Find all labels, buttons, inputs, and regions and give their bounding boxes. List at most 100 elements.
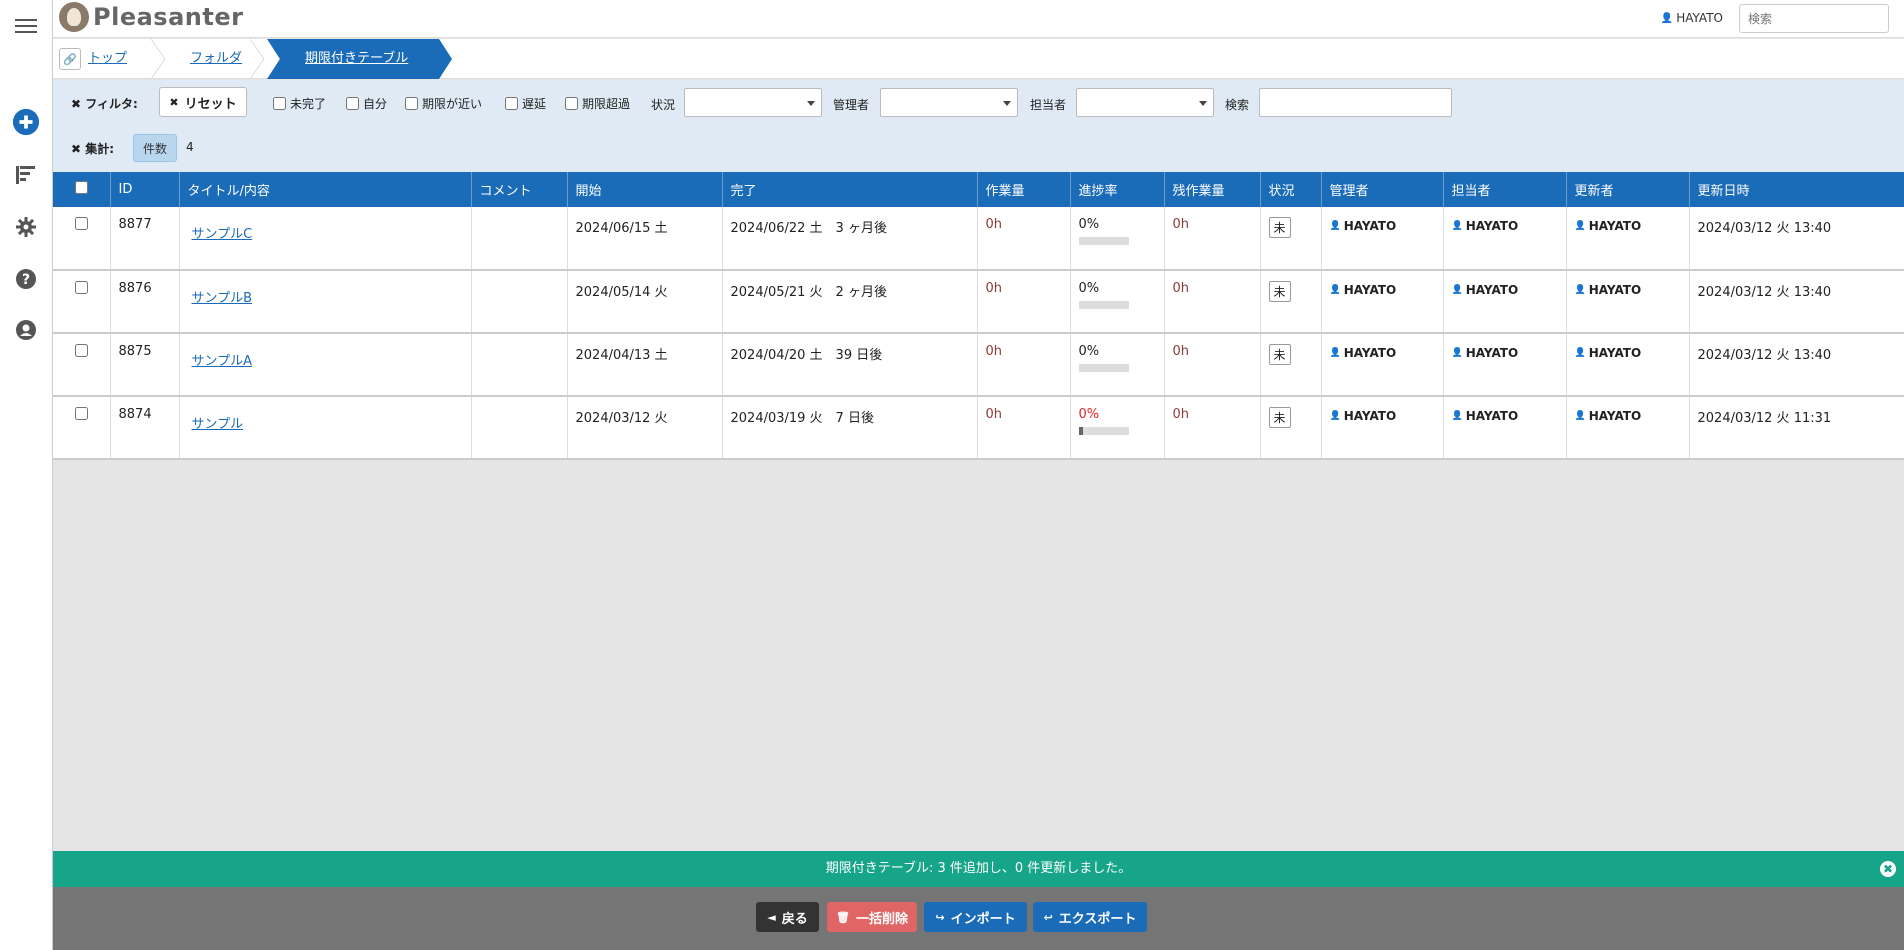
comment-cell (471, 207, 568, 271)
breadcrumb-current-table[interactable]: 期限付きテーブル (267, 39, 452, 79)
status-badge: 未 (1268, 407, 1291, 428)
close-icon: ✖ (71, 142, 82, 156)
select-all-checkbox[interactable] (74, 181, 88, 194)
owner-cell: 👤 HAYATO (1443, 333, 1567, 397)
column-header[interactable]: コメント (471, 172, 568, 207)
remain-cell: 0h (1164, 207, 1261, 271)
filter-incomplete-checkbox[interactable] (273, 97, 286, 110)
progress-value: 0% (1078, 407, 1100, 422)
user-icon: 👤 (1451, 285, 1463, 295)
breadcrumb-top[interactable]: トップ (88, 39, 127, 79)
column-header[interactable]: 残作業量 (1164, 172, 1261, 207)
owner-filter-select[interactable] (1076, 88, 1214, 117)
filter-search-input[interactable] (1259, 88, 1452, 117)
row-select-cell (53, 270, 111, 334)
filter-near-due-checkbox[interactable] (405, 97, 418, 110)
remain-value: 0h (1172, 407, 1190, 422)
header-search-input[interactable] (1739, 4, 1889, 33)
id-cell: 8874 (110, 396, 180, 460)
bulk-delete-button[interactable]: 🗑 一括削除 (827, 902, 917, 932)
title-link[interactable]: サンプルC (192, 223, 253, 242)
work-value: 0h (985, 281, 1003, 296)
progress-bar (1078, 427, 1129, 435)
column-header[interactable]: 開始 (567, 172, 723, 207)
table-row[interactable]: 8876 サンプルB 2024/05/14 火 2024/05/21 火 2 ヶ月後 0… (53, 270, 1904, 334)
end-cell: 2024/04/20 土 39 日後 (722, 333, 978, 397)
app-logo[interactable]: Pleasanter (59, 2, 243, 32)
footer-command-bar: ◄ 戻る 🗑 一括削除 ↪ インポート ↩ エクスポート (53, 887, 1904, 950)
work-cell: 0h (977, 270, 1071, 334)
progress-bar (1078, 301, 1129, 309)
title-link[interactable]: サンプルA (192, 350, 253, 369)
filter-mine-checkbox[interactable] (346, 97, 359, 110)
filter-overdue[interactable]: 期限超過 (565, 95, 630, 112)
add-icon[interactable] (12, 108, 40, 136)
start-cell: 2024/04/13 土 (567, 333, 723, 397)
comment-cell (471, 396, 568, 460)
breadcrumb-folder[interactable]: フォルダ (190, 39, 242, 79)
table-row[interactable]: 8874 サンプル 2024/03/12 火 2024/03/19 火 7 日後 0h 0… (53, 396, 1904, 460)
remain-value: 0h (1172, 217, 1190, 232)
hamburger-menu-icon[interactable] (12, 12, 40, 40)
success-message: 期限付きテーブル: 3 件追加し、0 件更新しました。 ✖ (53, 851, 1904, 887)
column-header[interactable]: 管理者 (1321, 172, 1444, 207)
user-icon: 👤 (1329, 221, 1341, 231)
manager-filter-label: 管理者 (833, 98, 870, 112)
remain-value: 0h (1172, 281, 1190, 296)
user-account-icon[interactable] (12, 316, 40, 344)
select-all-header (53, 172, 111, 207)
filter-overdue-checkbox[interactable] (565, 97, 578, 110)
status-filter-select[interactable] (684, 88, 822, 117)
column-header[interactable]: 進捗率 (1070, 172, 1165, 207)
status-badge: 未 (1268, 281, 1291, 302)
title-link[interactable]: サンプル (192, 413, 244, 432)
export-icon: ↩ (1043, 910, 1053, 924)
breadcrumb-separator-icon (151, 39, 165, 79)
id-cell: 8877 (110, 207, 180, 271)
breadcrumb: 🔗 トップ フォルダ 期限付きテーブル (53, 39, 1904, 79)
column-header[interactable]: 更新者 (1566, 172, 1690, 207)
app-name: Pleasanter (93, 3, 244, 31)
gear-icon[interactable] (12, 213, 40, 241)
table-row[interactable]: 8877 サンプルC 2024/06/15 土 2024/06/22 土 3 ヶ月後 0… (53, 207, 1904, 271)
aggregate-toggle[interactable]: ✖ 集計: (71, 140, 114, 157)
title-link[interactable]: サンプルB (192, 287, 253, 306)
column-header[interactable]: 作業量 (977, 172, 1071, 207)
column-header[interactable]: 更新日時 (1689, 172, 1904, 207)
filter-mine[interactable]: 自分 (346, 95, 387, 112)
row-checkbox[interactable] (74, 217, 88, 230)
filter-toggle[interactable]: ✖ フィルタ: (71, 95, 138, 112)
link-icon[interactable]: 🔗 (59, 48, 81, 70)
user-icon: 👤 (1574, 285, 1586, 295)
row-checkbox[interactable] (74, 281, 88, 294)
filter-near-due[interactable]: 期限が近い (405, 95, 482, 112)
reset-button[interactable]: ✖ リセット (159, 87, 247, 117)
table-row[interactable]: 8875 サンプルA 2024/04/13 土 2024/04/20 土 39 日後 0… (53, 333, 1904, 397)
back-button[interactable]: ◄ 戻る (756, 902, 819, 932)
table-body: 8877 サンプルC 2024/06/15 土 2024/06/22 土 3 ヶ月後 0… (53, 207, 1904, 460)
column-header[interactable]: ID (110, 172, 180, 207)
close-icon: ✖ (71, 97, 82, 111)
import-icon: ↪ (935, 910, 945, 924)
row-checkbox[interactable] (74, 407, 88, 420)
filter-delayed[interactable]: 遅延 (505, 95, 546, 112)
list-view-icon[interactable] (12, 161, 40, 189)
title-cell: サンプルA (179, 333, 472, 397)
status-badge: 未 (1268, 217, 1291, 238)
row-checkbox[interactable] (74, 344, 88, 357)
export-button[interactable]: ↩ エクスポート (1033, 902, 1147, 932)
import-button[interactable]: ↪ インポート (924, 902, 1027, 932)
column-header[interactable]: 担当者 (1443, 172, 1567, 207)
column-header[interactable]: 完了 (722, 172, 978, 207)
comment-cell (471, 270, 568, 334)
column-header[interactable]: 状況 (1260, 172, 1322, 207)
filter-incomplete[interactable]: 未完了 (273, 95, 326, 112)
filter-delayed-checkbox[interactable] (505, 97, 518, 110)
work-cell: 0h (977, 207, 1071, 271)
close-message-icon[interactable]: ✖ (1880, 861, 1896, 877)
column-header[interactable]: タイトル/内容 (179, 172, 472, 207)
help-icon[interactable]: ? (12, 265, 40, 293)
current-user[interactable]: 👤 HAYATO (1661, 11, 1723, 25)
owner-cell: 👤 HAYATO (1443, 207, 1567, 271)
manager-filter-select[interactable] (880, 88, 1018, 117)
